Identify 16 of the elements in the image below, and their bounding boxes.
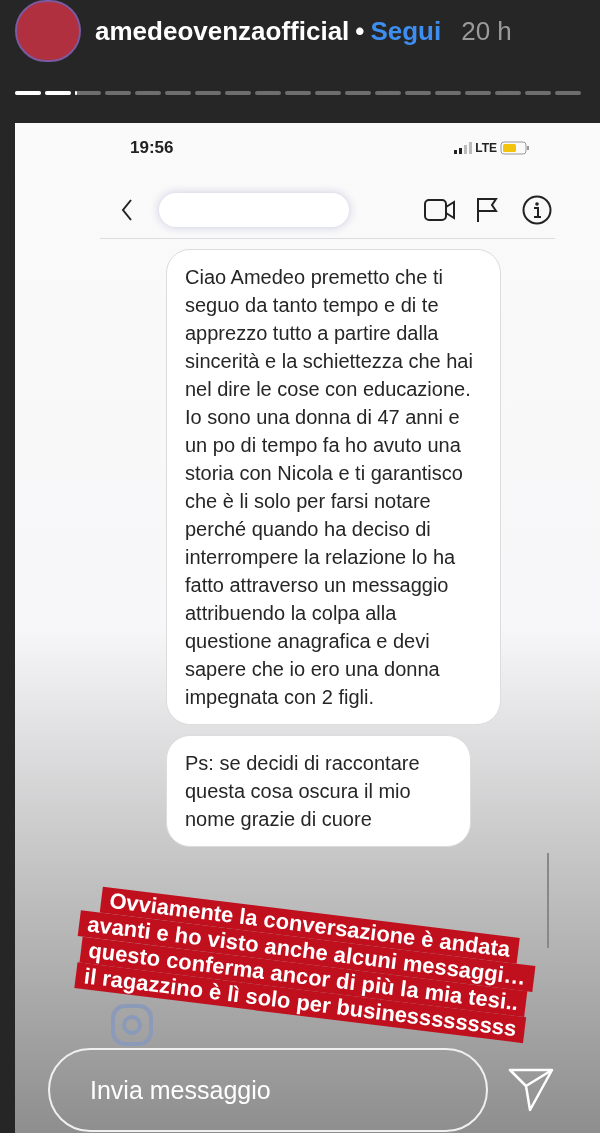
message-bubble: Ciao Amedeo premetto che ti seguo da tanto tempo e di te apprezzo tutto a partire dalla sincerità e la schiettezza che hai nel dire le cose con educazione. Io sono una donna di 47 anni e un po di tempo fa ho avuto una storia con Nicola e ti garantisco che è li solo per farsi notare perché quando ha deciso di interrompere la relazione lo ha fatto attraverso un messaggio attribuendo la colpa alla questione anagrafica e devi sapere che io ero una donna impegnata con 2 figli. [166,248,501,725]
back-icon[interactable] [121,198,133,221]
flag-icon[interactable] [476,196,498,223]
status-time: 19:56 [130,137,174,159]
username[interactable]: amedeovenzaofficial [95,11,350,51]
network-label: LTE [475,139,497,157]
info-icon[interactable] [522,194,552,225]
message-bubble: Ps: se decidi di raccontare questa cosa oscura il mio nome grazie di cuore [166,734,471,847]
reply-field[interactable]: Invia messaggio [48,1048,488,1132]
video-camera-icon[interactable] [424,197,456,222]
send-icon[interactable] [508,1066,554,1112]
follow-link[interactable]: Segui [370,11,442,51]
battery-icon [500,140,530,155]
post-time: 20 h [461,14,512,48]
signal-icon [454,141,473,154]
separator: • [355,14,365,48]
